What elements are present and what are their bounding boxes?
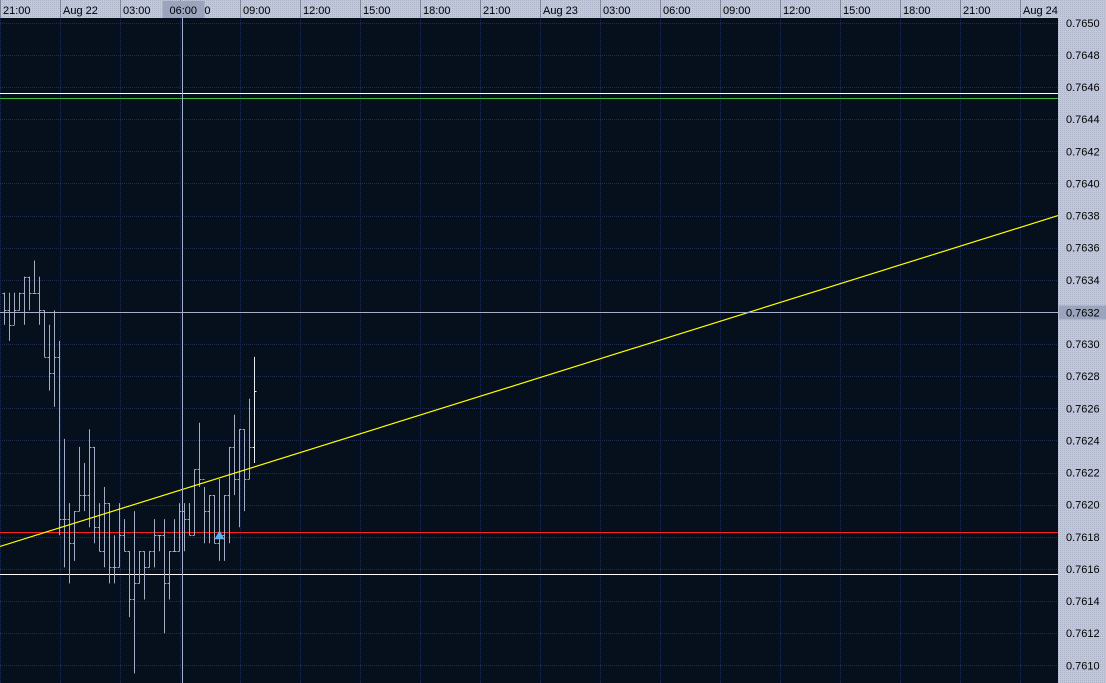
price-label: 0.7626	[1066, 403, 1100, 415]
time-label: 21:00	[963, 5, 991, 17]
time-label: 03:00	[123, 5, 151, 17]
crosshair-price-label: 0.7632	[1066, 308, 1100, 320]
price-label: 0.7636	[1066, 243, 1100, 255]
time-label: Aug 24	[1023, 5, 1058, 17]
price-label: 0.7622	[1066, 468, 1100, 480]
price-label: 0.7610	[1066, 660, 1100, 672]
price-label: 0.7612	[1066, 628, 1100, 640]
time-label: 15:00	[843, 5, 871, 17]
price-label: 0.7640	[1066, 178, 1100, 190]
price-label: 0.7642	[1066, 146, 1100, 158]
price-label: 0.7624	[1066, 435, 1100, 447]
time-label: 12:00	[783, 5, 811, 17]
time-label: 18:00	[423, 5, 451, 17]
time-label: 18:00	[903, 5, 931, 17]
price-label: 0.7616	[1066, 564, 1100, 576]
time-label: 15:00	[363, 5, 391, 17]
time-label: 03:00	[603, 5, 631, 17]
time-label: 09:00	[723, 5, 751, 17]
price-label: 0.7618	[1066, 532, 1100, 544]
time-label: Aug 22	[63, 5, 98, 17]
time-label: 06:00	[663, 5, 691, 17]
time-label: 21:00	[483, 5, 511, 17]
crosshair-time-label: 06:00	[170, 5, 198, 17]
price-label: 0.7648	[1066, 50, 1100, 62]
price-label: 0.7630	[1066, 339, 1100, 351]
time-label: 12:00	[303, 5, 331, 17]
price-label: 0.7638	[1066, 211, 1100, 223]
price-label: 0.7644	[1066, 114, 1100, 126]
price-label: 0.7620	[1066, 500, 1100, 512]
price-label: 0.7650	[1066, 18, 1100, 30]
price-label: 0.7628	[1066, 371, 1100, 383]
price-axis-labels: 0.7610 0.7612 0.7614 0.7616 0.7618 0.7620 0.76…	[1059, 18, 1106, 672]
price-label: 0.7634	[1066, 275, 1100, 287]
time-label: Aug 23	[543, 5, 578, 17]
price-label: 0.7614	[1066, 596, 1100, 608]
price-chart[interactable]: 21:00 Aug 22 03:00 06:00 09:00 12:00 15:00 18:0…	[0, 0, 1106, 683]
price-label: 0.7646	[1066, 82, 1100, 94]
plot-area[interactable]	[0, 18, 1058, 683]
time-label: 09:00	[243, 5, 271, 17]
time-label: 21:00	[3, 5, 31, 17]
